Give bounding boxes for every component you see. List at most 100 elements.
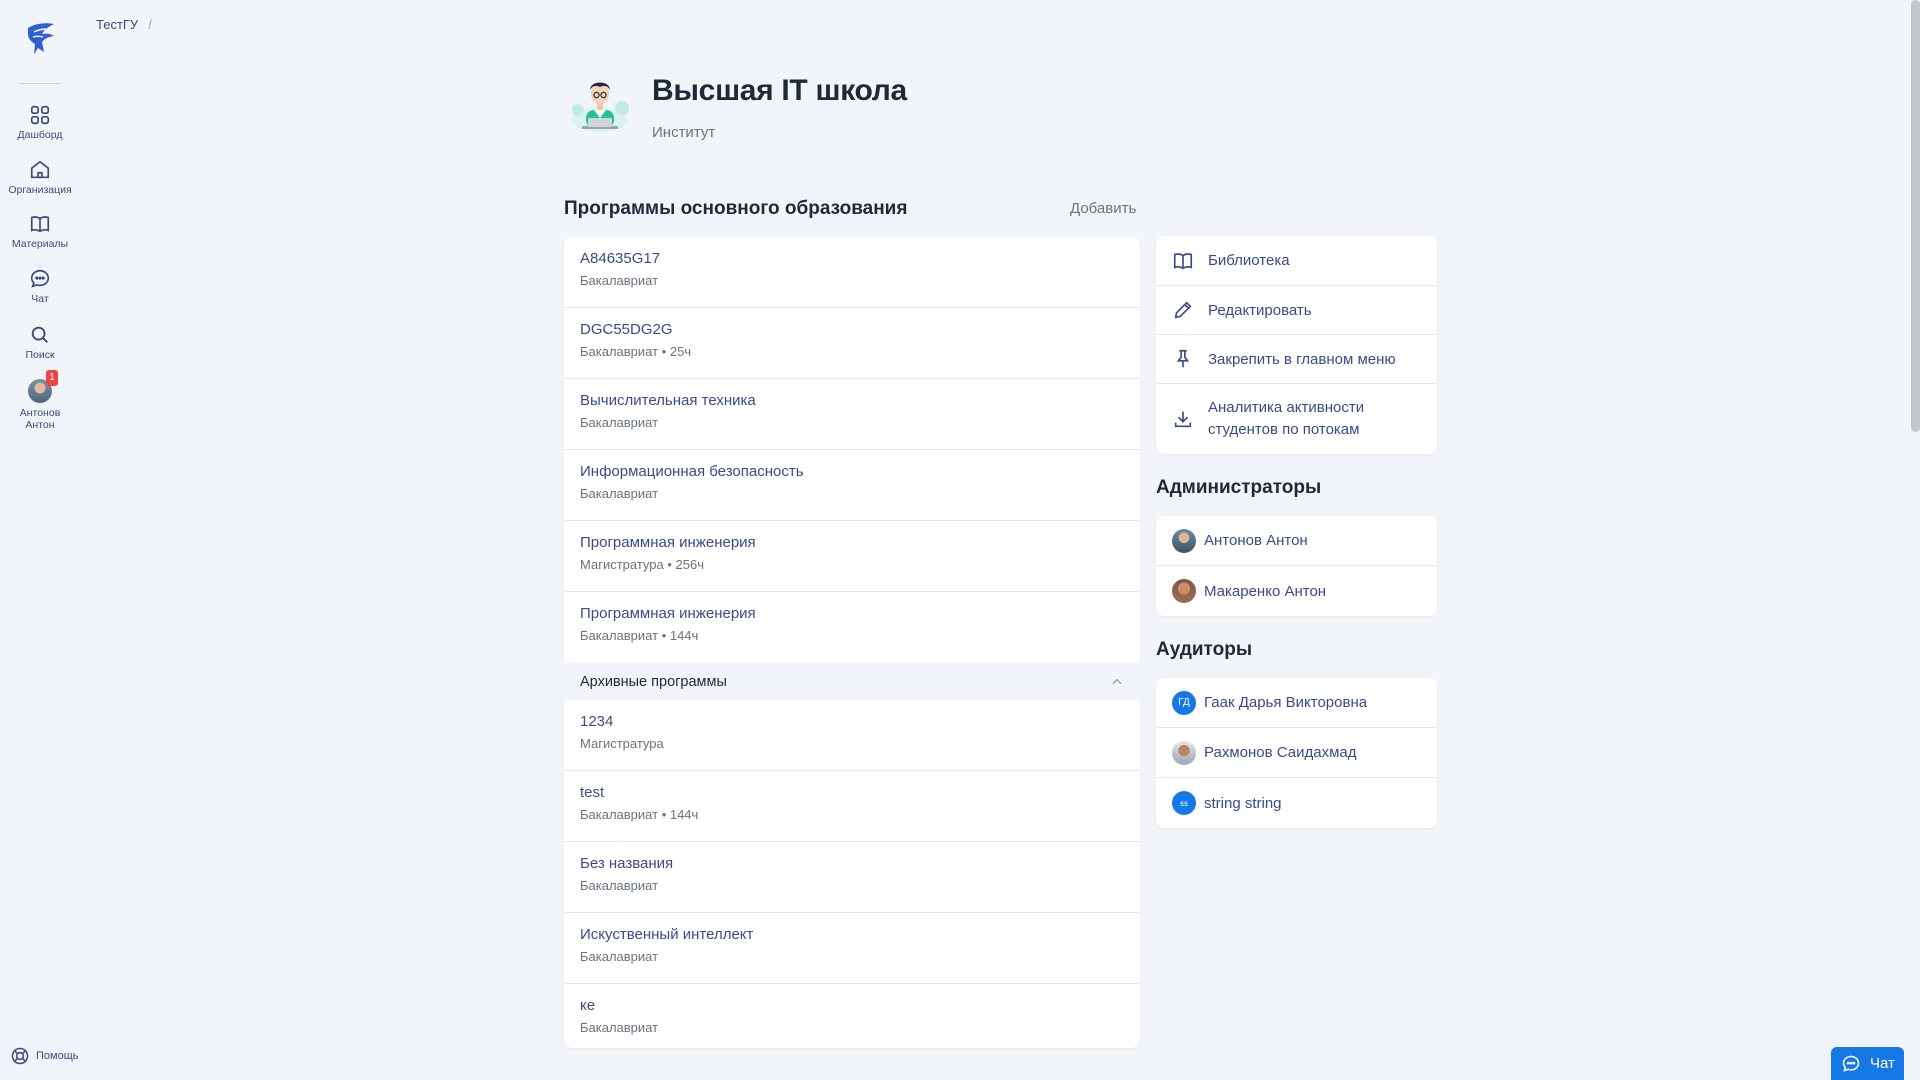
avatar: ss bbox=[1172, 791, 1196, 815]
add-program-button[interactable]: Добавить bbox=[1070, 200, 1136, 217]
program-item[interactable]: Вычислительная техника Бакалавриат bbox=[564, 379, 1140, 450]
archived-program-item[interactable]: 1234 Магистратура bbox=[564, 700, 1140, 771]
program-item[interactable]: Программная инженерия Магистратура • 256… bbox=[564, 521, 1140, 592]
pencil-icon bbox=[1174, 301, 1192, 319]
avatar bbox=[1172, 740, 1196, 765]
archive-toggle[interactable]: Архивные программы bbox=[564, 663, 1140, 700]
chat-button[interactable]: Чат bbox=[1831, 1047, 1904, 1080]
auditor-item[interactable]: ss string string bbox=[1156, 778, 1437, 828]
program-name: Без названия bbox=[580, 855, 674, 872]
actions-card: Библиотека Редактировать Закрепить в гла… bbox=[1156, 236, 1437, 454]
program-meta: Магистратура bbox=[580, 736, 664, 751]
admin-item[interactable]: Макаренко Антон bbox=[1156, 566, 1437, 616]
admins-card: Антонов Антон Макаренко Антон bbox=[1156, 516, 1437, 616]
nav-item-organization[interactable]: Организация bbox=[0, 159, 80, 196]
program-item[interactable]: Информационная безопасность Бакалавриат bbox=[564, 450, 1140, 521]
programs-section-title: Программы основного образования bbox=[564, 198, 908, 219]
avatar: 1 bbox=[28, 370, 58, 403]
program-name: 1234 bbox=[580, 713, 614, 730]
auditor-item[interactable]: ГД Гаак Дарья Викторовна bbox=[1156, 678, 1437, 728]
program-meta: Бакалавриат bbox=[580, 273, 659, 288]
page-title: Высшая IT школа bbox=[652, 74, 907, 107]
program-meta: Бакалавриат bbox=[580, 415, 659, 430]
nav-label-profile-last: Антон bbox=[25, 419, 55, 431]
breadcrumb-separator: / bbox=[148, 17, 152, 32]
help-link[interactable]: Помощь bbox=[10, 1046, 79, 1066]
auditor-item[interactable]: Рахмонов Саидахмад bbox=[1156, 728, 1437, 778]
program-item[interactable]: Программная инженерия Бакалавриат • 144ч bbox=[564, 592, 1140, 663]
program-meta: Бакалавриат bbox=[580, 878, 659, 893]
nav-label-dashboard: Дашборд bbox=[17, 129, 63, 141]
program-name: A84635G17 bbox=[580, 250, 661, 267]
archived-program-item[interactable]: Без названия Бакалавриат bbox=[564, 842, 1140, 913]
person-name: Гаак Дарья Викторовна bbox=[1204, 694, 1368, 711]
archive-title: Архивные программы bbox=[580, 673, 727, 690]
auditors-card: ГД Гаак Дарья Викторовна Рахмонов Саидах… bbox=[1156, 678, 1437, 828]
nav-label-chat: Чат bbox=[31, 293, 49, 305]
avatar bbox=[1172, 579, 1196, 603]
nav-label-search: Поиск bbox=[25, 349, 55, 361]
home-icon bbox=[30, 160, 50, 179]
program-meta: Бакалавриат bbox=[580, 949, 659, 964]
program-name: DGC55DG2G bbox=[580, 321, 673, 338]
program-meta: Бакалавриат • 144ч bbox=[580, 628, 699, 643]
logo-icon[interactable] bbox=[20, 18, 60, 58]
chat-icon bbox=[30, 269, 50, 288]
program-name: Вычислительная техника bbox=[580, 392, 756, 409]
auditors-section-title: Аудиторы bbox=[1156, 639, 1253, 660]
pin-icon bbox=[1176, 349, 1190, 368]
nav-item-profile[interactable]: 1 Антонов Антон bbox=[0, 370, 80, 431]
archived-program-item[interactable]: ке Бакалавриат bbox=[564, 984, 1140, 1048]
program-meta: Бакалавриат • 144ч bbox=[580, 807, 699, 822]
program-meta: Магистратура • 256ч bbox=[580, 557, 704, 572]
edit-label: Редактировать bbox=[1208, 301, 1312, 319]
nav-item-chat[interactable]: Чат bbox=[0, 268, 80, 305]
page-subtitle: Институт bbox=[652, 124, 716, 141]
program-meta: Бакалавриат • 25ч bbox=[580, 344, 692, 359]
program-name: Программная инженерия bbox=[580, 605, 756, 622]
breadcrumb: ТестГУ / bbox=[96, 17, 152, 32]
admin-item[interactable]: Антонов Антон bbox=[1156, 516, 1437, 566]
program-name: ке bbox=[580, 997, 596, 1014]
nav-item-search[interactable]: Поиск bbox=[0, 324, 80, 361]
person-name: Макаренко Антон bbox=[1204, 582, 1327, 600]
archived-program-item[interactable]: Искуственный интеллект Бакалавриат bbox=[564, 913, 1140, 984]
chat-icon bbox=[1842, 1055, 1860, 1072]
dashboard-icon bbox=[30, 105, 50, 125]
rail-divider bbox=[19, 83, 61, 84]
program-item[interactable]: A84635G17 Бакалавриат bbox=[564, 237, 1140, 308]
admins-section-title: Администраторы bbox=[1156, 477, 1322, 498]
library-label: Библиотека bbox=[1208, 252, 1290, 269]
programs-list: A84635G17 Бакалавриат DGC55DG2G Бакалавр… bbox=[564, 237, 1140, 1048]
nav-label-materials: Материалы bbox=[11, 238, 69, 250]
program-meta: Бакалавриат bbox=[580, 486, 659, 501]
program-name: Информационная безопасность bbox=[580, 463, 804, 480]
person-name: string string bbox=[1204, 794, 1282, 812]
edit-action[interactable]: Редактировать bbox=[1156, 286, 1437, 335]
analytics-action[interactable]: Аналитика активности студентов по потока… bbox=[1156, 384, 1437, 454]
breadcrumb-root[interactable]: ТестГУ bbox=[96, 17, 138, 32]
analytics-label-line2: студентов по потокам bbox=[1208, 421, 1360, 438]
person-name: Антонов Антон bbox=[1204, 532, 1308, 549]
archived-program-item[interactable]: test Бакалавриат • 144ч bbox=[564, 771, 1140, 842]
page-scrollbar[interactable] bbox=[1911, 0, 1920, 432]
institute-illustration bbox=[572, 82, 629, 132]
pin-action[interactable]: Закрепить в главном меню bbox=[1156, 335, 1437, 384]
lifebuoy-icon bbox=[11, 1047, 29, 1065]
person-name: Рахмонов Саидахмад bbox=[1204, 744, 1357, 761]
notification-badge: 1 bbox=[46, 370, 58, 386]
nav-item-dashboard[interactable]: Дашборд bbox=[0, 104, 80, 141]
program-item[interactable]: DGC55DG2G Бакалавриат • 25ч bbox=[564, 308, 1140, 379]
download-icon bbox=[1174, 411, 1192, 428]
chat-button-label: Чат bbox=[1870, 1055, 1895, 1072]
program-name: test bbox=[580, 784, 605, 801]
nav-item-materials[interactable]: Материалы bbox=[0, 213, 80, 250]
search-icon bbox=[31, 326, 48, 343]
avatar: ГД bbox=[1172, 690, 1196, 715]
pin-label: Закрепить в главном меню bbox=[1208, 350, 1396, 368]
program-name: Программная инженерия bbox=[580, 534, 756, 551]
book-icon bbox=[30, 216, 50, 233]
library-action[interactable]: Библиотека bbox=[1156, 236, 1437, 286]
program-name: Искуственный интеллект bbox=[580, 926, 754, 943]
chevron-up-icon bbox=[1112, 678, 1122, 684]
